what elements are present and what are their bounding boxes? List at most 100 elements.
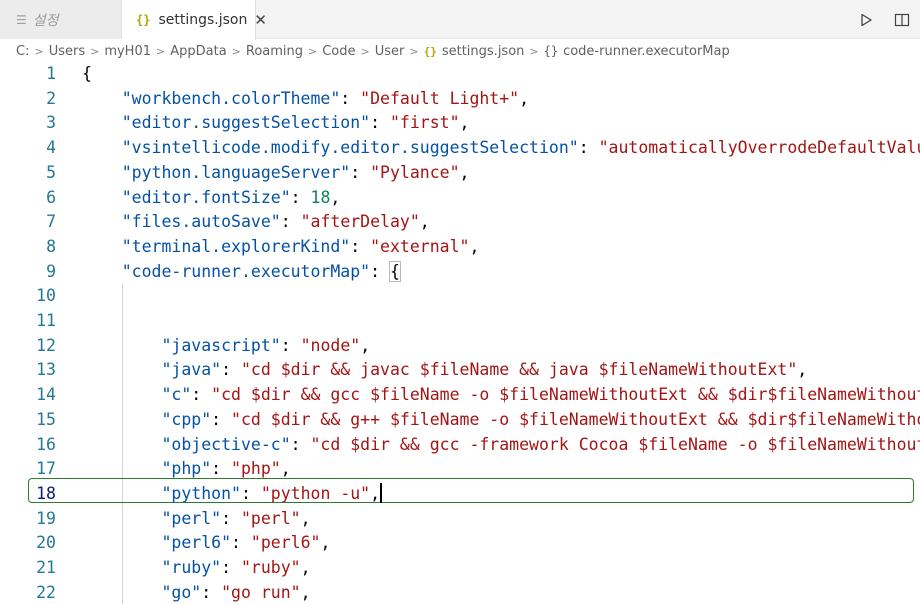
line-number: 16 <box>36 434 56 454</box>
code-line[interactable]: 10 <box>0 284 920 309</box>
json-key: "java" <box>161 360 222 380</box>
line-number: 11 <box>36 311 56 330</box>
line-number: 3 <box>46 113 56 133</box>
line-number: 18 <box>36 483 56 503</box>
line-number: 13 <box>36 360 56 380</box>
tab-bar: ☰ 설정 {} settings.json ✕ <box>0 0 920 40</box>
json-value: "go run" <box>221 582 301 602</box>
line-number: 5 <box>46 162 56 182</box>
text-cursor <box>380 482 383 503</box>
line-number: 15 <box>36 409 56 429</box>
code-editor[interactable]: 1{ 2 "workbench.colorTheme": "Default Li… <box>0 62 920 604</box>
code-line[interactable]: 20 "perl6": "perl6", <box>0 531 920 556</box>
json-key: "perl6" <box>161 533 232 553</box>
tab-settings-ui[interactable]: ☰ 설정 <box>0 0 122 39</box>
code-line[interactable]: 15 "cpp": "cd $dir && g++ $fileName -o $… <box>0 408 920 433</box>
json-value: "Default Light+" <box>360 88 520 108</box>
breadcrumb-item[interactable]: Code <box>322 44 355 59</box>
code-line[interactable]: 6 "editor.fontSize": 18, <box>0 186 920 211</box>
chevron-right-icon: > <box>308 44 318 58</box>
json-value: "php" <box>231 459 281 479</box>
code-line[interactable]: 12 "javascript": "node", <box>0 334 920 359</box>
breadcrumb-item[interactable]: Roaming <box>246 44 303 59</box>
json-value: "automaticallyOverrodeDefaultValue" <box>598 138 920 158</box>
chevron-right-icon: > <box>409 44 419 58</box>
breadcrumb: C: > Users > myH01 > AppData > Roaming > Code… <box>0 40 920 62</box>
line-number: 7 <box>46 212 56 232</box>
line-number: 19 <box>36 508 56 528</box>
code-line[interactable]: 7 "files.autoSave": "afterDelay", <box>0 210 920 235</box>
code-line[interactable]: 22 "go": "go run", <box>0 581 920 604</box>
braces-icon: {} <box>423 44 437 58</box>
tab-label: settings.json <box>158 12 248 28</box>
breadcrumb-item[interactable]: User <box>375 44 405 59</box>
breadcrumb-item[interactable]: settings.json <box>442 44 525 59</box>
line-number: 1 <box>46 64 56 83</box>
json-key: "cpp" <box>161 409 212 429</box>
json-key: "perl" <box>161 508 222 528</box>
json-key: "code-runner.executorMap" <box>121 261 371 281</box>
json-key: "vsintellicode.modify.editor.suggestSele… <box>121 138 579 158</box>
json-value: "Pylance" <box>370 162 460 182</box>
code-line[interactable]: 11 <box>0 309 920 334</box>
tab-settings-json[interactable]: {} settings.json ✕ <box>122 0 267 40</box>
json-key: "go" <box>161 582 202 602</box>
code-line[interactable]: 8 "terminal.explorerKind": "external", <box>0 235 920 260</box>
tab-label: 설정 <box>32 12 59 29</box>
json-key: "c" <box>161 385 192 405</box>
close-icon[interactable]: ✕ <box>254 11 267 29</box>
line-number: 2 <box>46 88 56 108</box>
json-value: "python -u" <box>260 483 371 503</box>
json-value: "perl6" <box>250 533 321 553</box>
breadcrumb-item[interactable]: myH01 <box>104 44 151 59</box>
code-line[interactable]: 9 "code-runner.executorMap": { <box>0 260 920 285</box>
json-number: 18 <box>310 187 331 207</box>
code-line[interactable]: 4 "vsintellicode.modify.editor.suggestSe… <box>0 136 920 161</box>
breadcrumb-item[interactable]: Users <box>49 44 85 59</box>
bracket-match: { <box>388 260 401 282</box>
breadcrumb-item[interactable]: C: <box>16 44 29 59</box>
json-key: "editor.fontSize" <box>121 187 291 207</box>
json-key: "ruby" <box>161 558 222 577</box>
json-value: "perl" <box>240 508 301 528</box>
json-value: "ruby" <box>240 558 301 577</box>
code-line[interactable]: 17 "php": "php", <box>0 457 920 482</box>
code-line[interactable]: 21 "ruby": "ruby", <box>0 556 920 581</box>
breadcrumb-item[interactable]: AppData <box>170 44 226 59</box>
json-value: "first" <box>389 113 460 133</box>
run-play-icon[interactable] <box>848 6 884 34</box>
line-number: 8 <box>46 236 56 256</box>
code-line[interactable]: 3 "editor.suggestSelection": "first", <box>0 111 920 136</box>
json-value: "cd $dir && gcc -framework Cocoa $fileNa… <box>310 434 920 454</box>
code-line[interactable]: 2 "workbench.colorTheme": "Default Light… <box>0 87 920 112</box>
chevron-right-icon: > <box>156 44 166 58</box>
code-line[interactable]: 13 "java": "cd $dir && javac $fileName &… <box>0 358 920 383</box>
brace-open: { <box>82 64 92 83</box>
line-number: 10 <box>36 286 56 306</box>
code-line[interactable]: 1{ <box>0 62 920 87</box>
chevron-right-icon: > <box>231 44 241 58</box>
line-number: 22 <box>36 582 56 602</box>
chevron-right-icon: > <box>90 44 100 58</box>
line-number: 4 <box>46 138 56 158</box>
code-line[interactable]: 14 "c": "cd $dir && gcc $fileName -o $fi… <box>0 383 920 408</box>
json-key: "editor.suggestSelection" <box>121 113 371 133</box>
json-key: "javascript" <box>161 335 281 355</box>
settings-lines-icon: ☰ <box>16 12 27 27</box>
json-value: "cd $dir && g++ $fileName -o $fileNameWi… <box>231 409 920 429</box>
json-key: "python" <box>161 483 241 503</box>
json-value: "cd $dir && gcc $fileName -o $fileNameWi… <box>211 385 920 405</box>
code-line-active[interactable]: 18 "python": "python -u", <box>0 482 920 507</box>
code-line[interactable]: 19 "perl": "perl", <box>0 507 920 532</box>
chevron-right-icon: > <box>529 44 539 58</box>
split-editor-icon[interactable] <box>884 6 920 34</box>
braces-icon: {} <box>136 13 151 27</box>
breadcrumb-item[interactable]: code-runner.executorMap <box>563 44 730 59</box>
code-line[interactable]: 5 "python.languageServer": "Pylance", <box>0 161 920 186</box>
json-key: "python.languageServer" <box>121 162 351 182</box>
line-number: 21 <box>36 558 56 577</box>
editor-actions <box>848 0 920 39</box>
line-number: 14 <box>36 385 56 405</box>
json-key: "terminal.explorerKind" <box>121 236 351 256</box>
code-line[interactable]: 16 "objective-c": "cd $dir && gcc -frame… <box>0 433 920 458</box>
